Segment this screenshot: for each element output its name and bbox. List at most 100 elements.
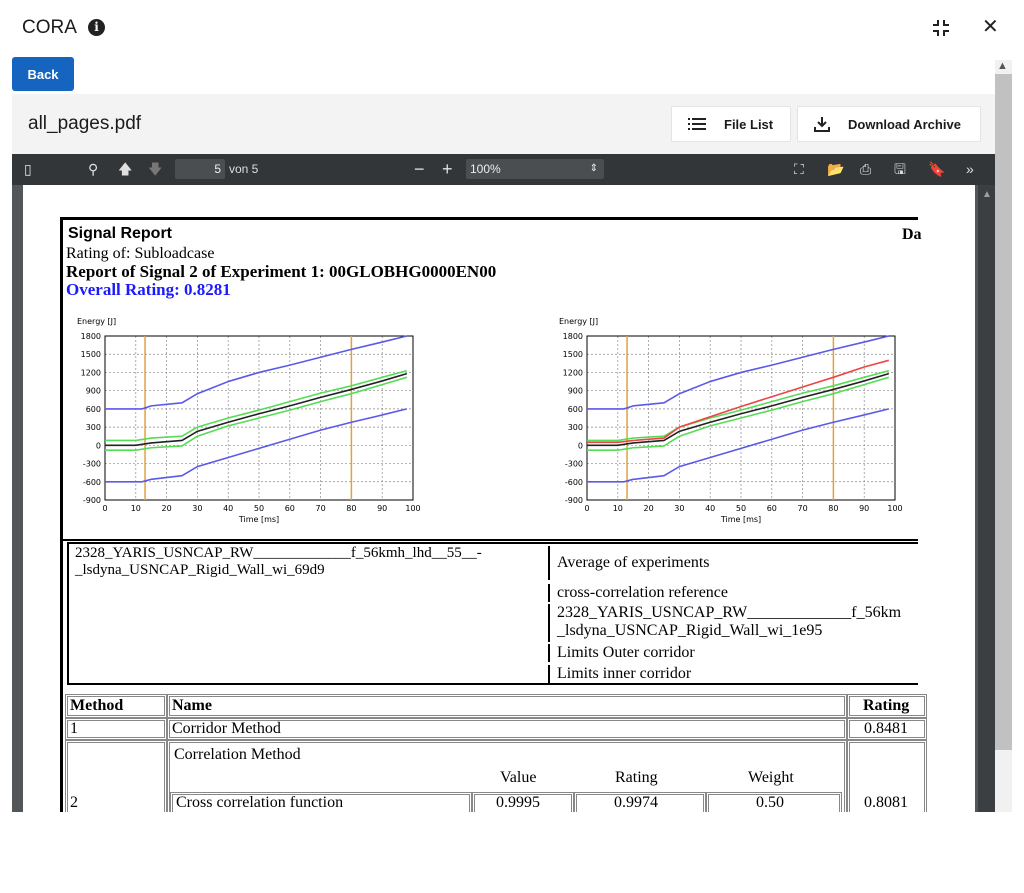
info-icon[interactable]: i (88, 19, 105, 36)
outer-scrollbar-thumb[interactable] (995, 74, 1012, 750)
zoom-dropdown-icon: ⇕ (589, 163, 598, 174)
divider (63, 539, 918, 541)
series-line (587, 376, 890, 451)
legend-separator (548, 584, 550, 602)
series-line (105, 376, 408, 451)
x-tick-label: 90 (377, 504, 387, 513)
legend-item: 2328_YARIS_USNCAP_RW_____________f_56km (557, 604, 902, 621)
y-tick-label: 600 (86, 405, 101, 414)
row2-name: Correlation Method (174, 746, 301, 763)
next-page-icon[interactable]: 🡇 (148, 154, 162, 185)
download-archive-label: Download Archive (848, 116, 961, 132)
tools-icon[interactable]: » (966, 154, 974, 185)
sub-header-rating: Rating (615, 769, 658, 786)
x-tick-label: 70 (316, 504, 326, 513)
x-tick-label: 0 (584, 504, 589, 513)
y-axis-label: Energy [J] (77, 317, 116, 326)
x-tick-label: 30 (192, 504, 202, 513)
collapse-icon[interactable] (932, 19, 950, 37)
close-icon[interactable]: ✕ (982, 17, 999, 37)
save-icon[interactable]: 🖫 (894, 154, 906, 185)
x-tick-label: 40 (705, 504, 715, 513)
legend-left-line2: _lsdyna_USNCAP_Rigid_Wall_wi_69d9 (75, 562, 325, 578)
scroll-up-icon[interactable]: ▲ (997, 60, 1008, 72)
legend-item: Limits Outer corridor (557, 644, 695, 661)
x-axis-label: Time [ms] (238, 515, 279, 524)
header-name-text: Name (172, 697, 212, 714)
x-tick-label: 50 (254, 504, 264, 513)
previous-page-icon[interactable]: 🡅 (118, 154, 132, 185)
presentation-mode-icon[interactable]: ⛶ (794, 154, 804, 185)
print-icon[interactable]: ⎙ (860, 154, 871, 185)
sub-row-rating: 0.9974 (614, 794, 658, 811)
x-tick-label: 60 (285, 504, 295, 513)
file-name: all_pages.pdf (28, 113, 142, 134)
legend-left-line1: 2328_YARIS_USNCAP_RW_____________f_56kmh… (75, 545, 482, 561)
list-icon (688, 118, 706, 130)
legend-item: Average of experiments (557, 554, 710, 571)
report-signal-line: Report of Signal 2 of Experiment 1: 00GL… (66, 262, 497, 281)
series-line (105, 372, 408, 447)
legend-separator (548, 665, 550, 683)
y-tick-label: 1800 (81, 332, 101, 341)
pdf-scrollbar[interactable] (978, 185, 995, 812)
y-tick-label: -900 (565, 496, 583, 505)
app-title: CORA (22, 17, 77, 38)
sub-row-name: Cross correlation function (176, 794, 344, 811)
x-tick-label: 80 (346, 504, 356, 513)
sidebar-toggle-icon[interactable]: ▯ (24, 154, 32, 185)
legend-separator (548, 546, 550, 580)
x-tick-label: 10 (131, 504, 141, 513)
y-tick-label: -300 (565, 460, 583, 469)
y-tick-label: -900 (83, 496, 101, 505)
table-row (65, 740, 167, 820)
y-tick-label: 1200 (81, 368, 101, 377)
x-tick-label: 10 (613, 504, 623, 513)
x-tick-label: 90 (859, 504, 869, 513)
x-tick-label: 70 (798, 504, 808, 513)
table-header-name (167, 694, 847, 718)
download-archive-button[interactable]: Download Archive (797, 106, 981, 142)
x-tick-label: 30 (674, 504, 684, 513)
page-bottom (0, 812, 1024, 893)
report-title: Signal Report (68, 225, 173, 242)
x-tick-label: 20 (162, 504, 172, 513)
chart-left: Energy [J] 0 10 20 30 40 50 60 70 80 90 100 1800 1500… (77, 317, 421, 524)
zoom-in-icon[interactable]: + (442, 154, 453, 185)
x-tick-label: 60 (767, 504, 777, 513)
legend-left: 2328_YARIS_USNCAP_RW_____________f_56kmh… (75, 545, 545, 579)
x-tick-label: 0 (102, 504, 107, 513)
zoom-select[interactable]: 100% ⇕ (466, 159, 604, 179)
sub-header-weight: Weight (748, 769, 794, 786)
open-file-icon[interactable]: 📂 (827, 154, 844, 185)
back-button[interactable]: Back (12, 57, 74, 91)
search-icon[interactable]: ⚲ (88, 154, 98, 185)
x-axis-label: Time [ms] (720, 515, 761, 524)
bookmark-icon[interactable]: 🔖 (928, 154, 945, 185)
y-tick-label: 300 (86, 423, 101, 432)
y-tick-label: 1500 (81, 350, 101, 359)
x-tick-label: 20 (644, 504, 654, 513)
legend-item: cross-correlation reference (557, 584, 728, 601)
row1-rating: 0.8481 (864, 720, 908, 737)
x-tick-label: 50 (736, 504, 746, 513)
sub-header-value: Value (500, 769, 537, 786)
y-tick-label: 0 (578, 441, 583, 450)
report-overall-rating: Overall Rating: 0.8281 (66, 280, 231, 299)
y-tick-label: -600 (83, 478, 101, 487)
zoom-out-icon[interactable]: − (414, 154, 425, 185)
page-number-input[interactable]: 5 (175, 159, 225, 179)
y-tick-label: 1200 (563, 368, 583, 377)
y-tick-label: 900 (568, 387, 583, 396)
table-row (65, 718, 167, 740)
y-tick-label: 1800 (563, 332, 583, 341)
series-line (587, 372, 890, 447)
y-tick-label: -300 (83, 460, 101, 469)
file-list-button[interactable]: File List (671, 106, 791, 142)
legend-item: Limits inner corridor (557, 665, 692, 682)
y-axis-label: Energy [J] (559, 317, 598, 326)
pdf-scroll-up-icon[interactable]: ▲ (982, 189, 992, 200)
header-method-text: Method (70, 697, 124, 714)
y-tick-label: 600 (568, 405, 583, 414)
chart-right: Energy [J] 0 10 20 30 40 50 60 70 80 90 100 1800 1500… (559, 317, 903, 524)
